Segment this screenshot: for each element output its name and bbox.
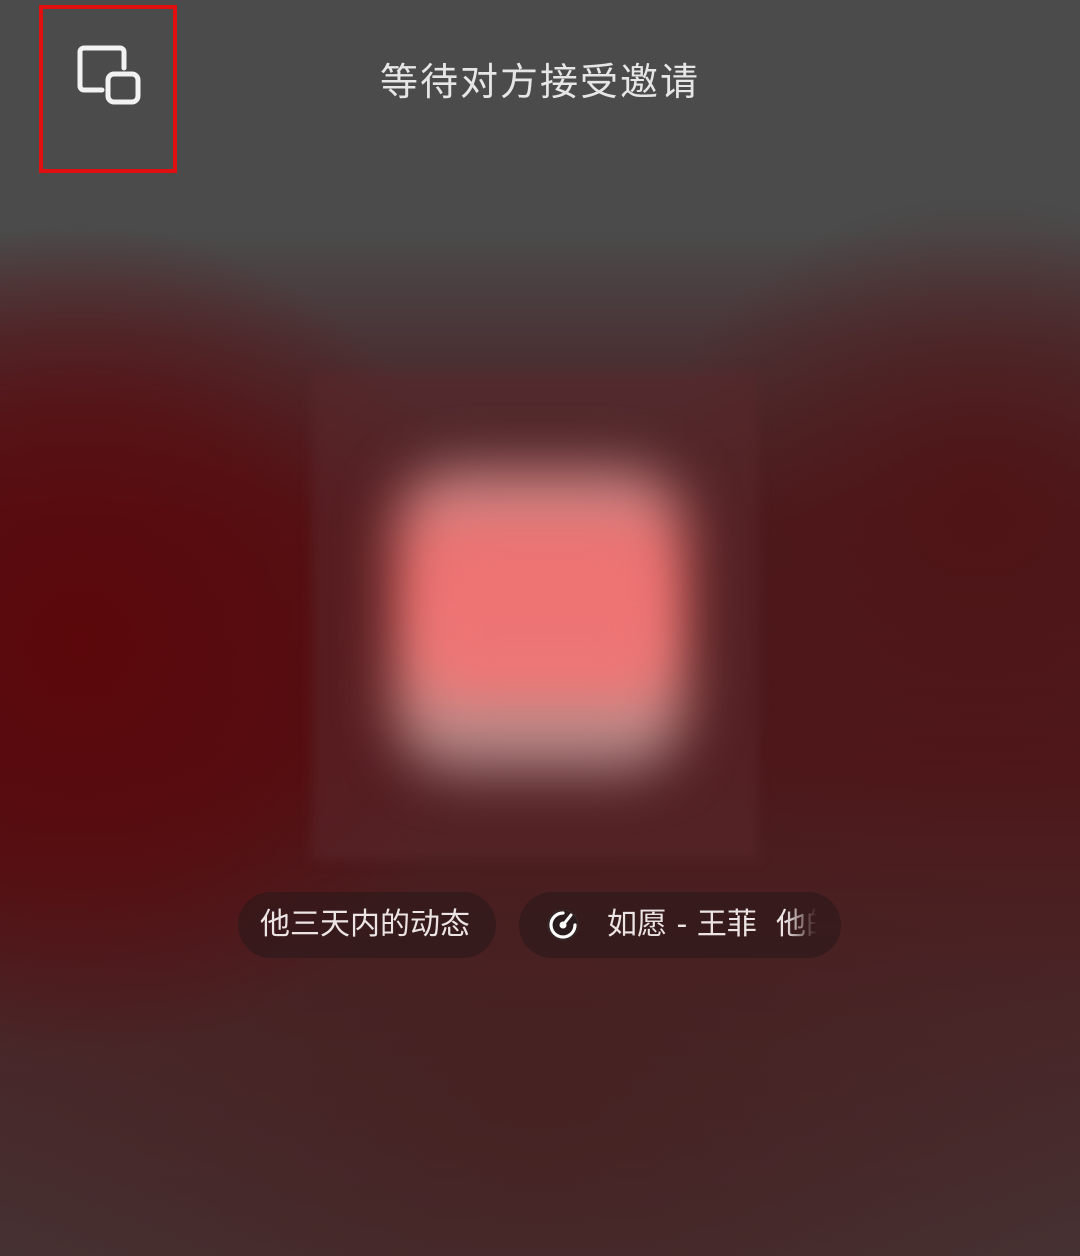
blurred-avatar-core — [430, 540, 660, 690]
moments-chip-label: 他三天内的动态 — [260, 907, 470, 942]
call-screen: 等待对方接受邀请 他三天内的动态 如愿 - 王菲 他的 — [0, 0, 1080, 1256]
picture-in-picture-icon[interactable] — [76, 44, 142, 106]
music-chip[interactable]: 如愿 - 王菲 他的 — [519, 892, 841, 958]
music-disc-icon — [547, 909, 579, 941]
music-chip-label: 如愿 - 王菲 他的 — [607, 907, 817, 942]
moments-chip[interactable]: 他三天内的动态 — [238, 892, 496, 958]
page-title: 等待对方接受邀请 — [379, 60, 700, 104]
music-chip-marquee: 如愿 - 王菲 他的 — [607, 892, 817, 958]
top-bar: 等待对方接受邀请 — [0, 0, 1080, 173]
